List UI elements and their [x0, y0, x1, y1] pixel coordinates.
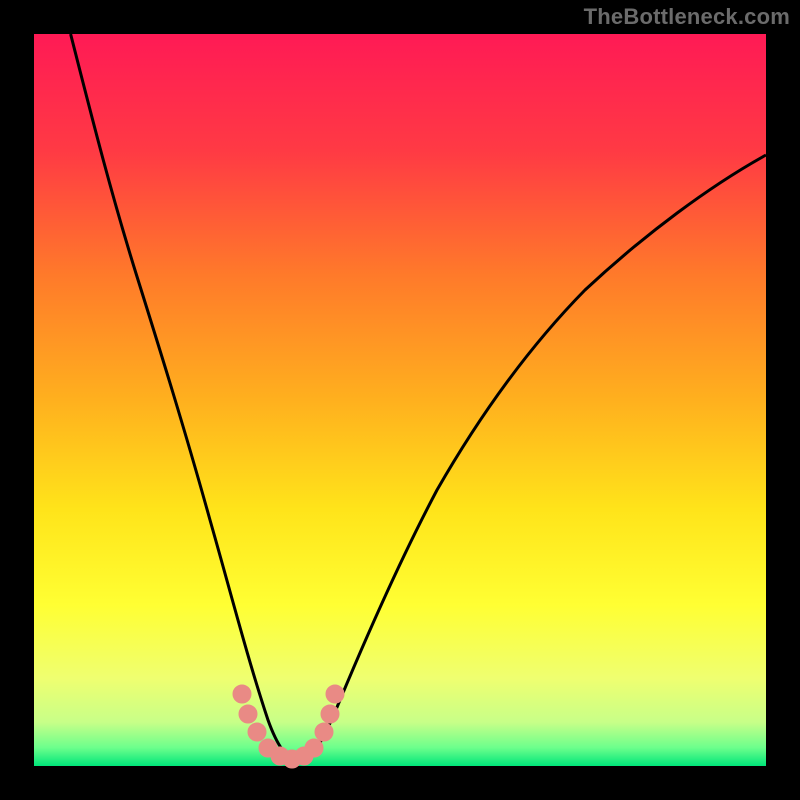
watermark-text: TheBottleneck.com: [584, 4, 790, 30]
chart-container: TheBottleneck.com: [0, 0, 800, 800]
plot-background: [34, 34, 766, 766]
bottleneck-chart: [0, 0, 800, 800]
